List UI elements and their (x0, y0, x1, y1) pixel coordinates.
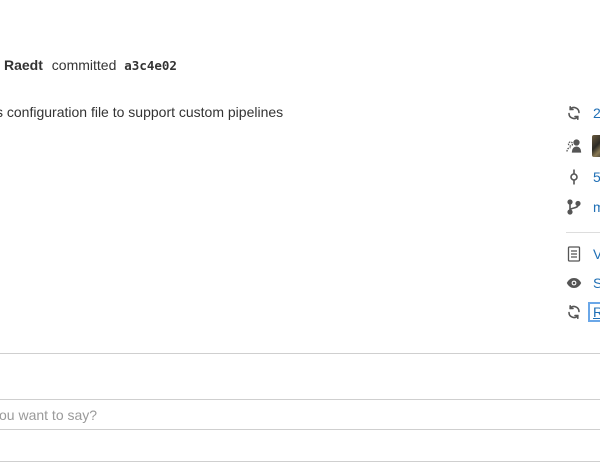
sidebar-item-builds[interactable]: 2 (566, 103, 600, 123)
document-icon (566, 246, 582, 262)
eye-icon (566, 275, 582, 291)
commit-message: s configuration file to support custom p… (0, 104, 284, 120)
sidebar-item-watch[interactable]: S (566, 273, 600, 293)
sidebar-item-label: 2 (593, 105, 600, 121)
avatar[interactable] (592, 135, 600, 157)
commit-verb: committed (51, 57, 117, 73)
sidebar-item-label: m (593, 199, 600, 215)
sync-icon (566, 105, 582, 121)
sidebar-divider (566, 232, 600, 233)
commit-author[interactable]: Raedt (4, 57, 43, 73)
comment-input[interactable] (0, 400, 600, 429)
commit-page: Raedt committed a3c4e02 s configuration … (0, 0, 600, 476)
sidebar-item-label: S (593, 275, 600, 291)
sidebar-item-label: 5 (593, 169, 600, 185)
section-divider (0, 461, 600, 462)
sidebar-item-label: V (593, 246, 600, 262)
section-divider (0, 353, 600, 354)
reviewers-icon (566, 138, 582, 154)
commit-icon (566, 169, 582, 185)
sidebar-item-rerun[interactable]: R (566, 302, 600, 322)
sidebar-item-label: R (587, 302, 600, 322)
sidebar-item-commit[interactable]: 5 (566, 167, 600, 187)
sidebar-item-view-source[interactable]: V (566, 244, 600, 264)
branch-icon (566, 199, 582, 215)
sidebar-item-reviewers[interactable] (566, 135, 600, 157)
sidebar-item-branch[interactable]: m (566, 197, 600, 217)
comment-box (0, 399, 600, 430)
commit-header: Raedt committed a3c4e02 (4, 57, 177, 73)
commit-hash[interactable]: a3c4e02 (124, 58, 177, 73)
sync-icon (566, 304, 582, 320)
